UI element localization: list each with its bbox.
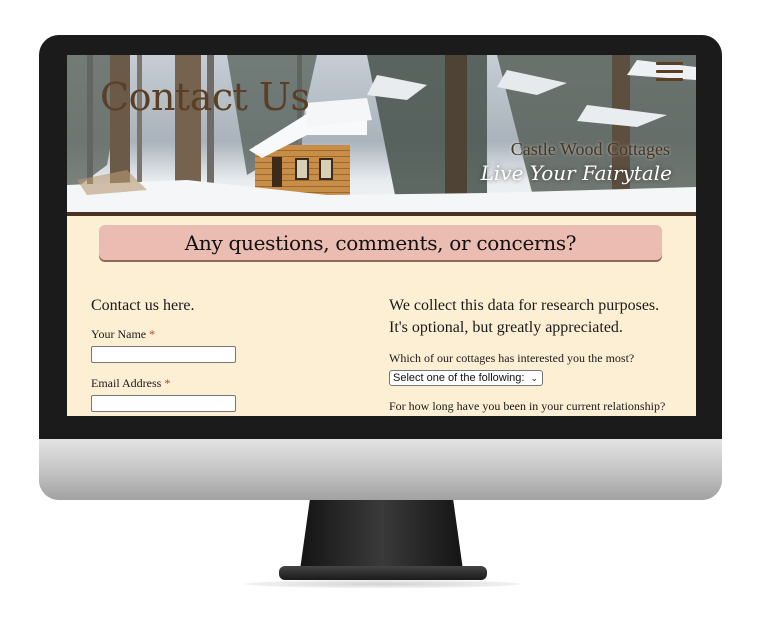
- cottage-select-value: Select one of the following:: [393, 372, 525, 384]
- name-label-text: Your Name: [91, 327, 147, 341]
- hero-banner: Contact Us Castle Wood Cottages Live You…: [67, 55, 696, 212]
- contact-form-intro: Contact us here.: [91, 297, 195, 314]
- monitor-chin: [39, 439, 722, 500]
- menu-icon-bar: [656, 62, 683, 65]
- hamburger-menu-icon[interactable]: [656, 62, 683, 82]
- monitor-stand-base: [279, 566, 487, 580]
- questions-banner: Any questions, comments, or concerns?: [99, 225, 662, 260]
- cottage-select[interactable]: Select one of the following: ⌄: [389, 370, 543, 386]
- cottage-question-label: Which of our cottages has interested you…: [389, 351, 635, 365]
- menu-icon-bar: [656, 78, 683, 81]
- monitor-stand-neck: [300, 500, 463, 570]
- hero-divider: [67, 212, 696, 216]
- banner-text: Any questions, comments, or concerns?: [184, 230, 577, 255]
- screen: Contact Us Castle Wood Cottages Live You…: [67, 55, 696, 416]
- brand-name: Castle Wood Cottages: [510, 139, 670, 159]
- email-field-label: Email Address *: [91, 376, 361, 391]
- brand-tagline: Live Your Fairytale: [480, 161, 672, 185]
- required-marker: *: [149, 327, 156, 341]
- research-intro-line1: We collect this data for research purpos…: [389, 297, 660, 314]
- email-field[interactable]: [91, 395, 236, 412]
- relationship-question-label: For how long have you been in your curre…: [389, 399, 666, 413]
- research-intro-line2: It's optional, but greatly appreciated.: [389, 319, 623, 336]
- name-field-label: Your Name *: [91, 327, 361, 342]
- research-form: We collect this data for research purpos…: [389, 295, 689, 414]
- chevron-down-icon: ⌄: [530, 373, 538, 383]
- monitor-stand-shadow: [245, 580, 521, 588]
- menu-icon-bar: [656, 70, 683, 73]
- page-title: Contact Us: [100, 75, 310, 119]
- required-marker: *: [164, 376, 171, 390]
- contact-form: Contact us here. Your Name * Email Addre…: [91, 295, 361, 412]
- email-label-text: Email Address: [91, 376, 162, 390]
- name-field[interactable]: [91, 346, 236, 363]
